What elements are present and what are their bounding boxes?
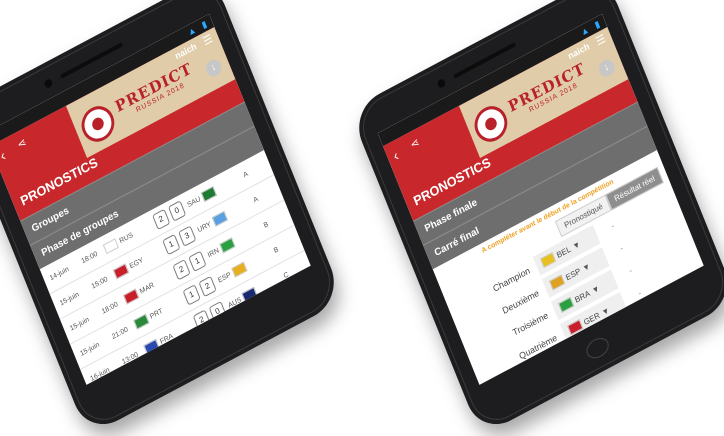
group-letter: A <box>252 195 260 205</box>
home-score-input[interactable]: 2 <box>152 208 171 231</box>
flag-icon <box>231 261 248 278</box>
group-letter: B <box>262 220 270 230</box>
away-score-input[interactable]: 3 <box>178 225 197 247</box>
chevron-down-icon: ▼ <box>581 260 592 274</box>
match-time: 18:00 <box>100 300 119 316</box>
away-score-input[interactable]: 2 <box>198 275 217 298</box>
chevron-down-icon: ▼ <box>571 238 582 252</box>
flag-icon <box>540 252 557 269</box>
back-icon[interactable]: ‹ <box>391 147 401 164</box>
away-score-input[interactable]: 1 <box>188 250 207 273</box>
flag-icon <box>133 313 150 330</box>
flag-icon <box>102 238 119 255</box>
left-phone: ▲ ▮ PREDICT RUSSIA 2018 PRONOSTICS naich… <box>0 0 344 436</box>
chevron-down-icon: ▼ <box>590 283 601 296</box>
home-score-input[interactable]: 1 <box>162 233 181 256</box>
flag-icon <box>549 274 566 291</box>
home-score-input[interactable]: 2 <box>172 259 191 281</box>
flag-icon <box>201 185 218 202</box>
share-icon[interactable]: ⋖ <box>408 135 422 152</box>
match-time: 15:00 <box>90 275 109 291</box>
match-time: 18:00 <box>80 250 99 265</box>
chevron-down-icon: ▼ <box>600 305 611 318</box>
group-letter: B <box>272 245 280 255</box>
flag-icon <box>112 263 130 280</box>
share-icon[interactable]: ⋖ <box>15 135 29 152</box>
right-phone: ▲ ▮ PREDICT RUSSIA 2018 PRONOSTICS naich… <box>349 0 724 436</box>
flag-icon <box>211 210 228 227</box>
flag-icon <box>558 296 575 313</box>
away-score-input[interactable]: 0 <box>167 200 187 222</box>
home-score-input[interactable]: 1 <box>182 284 201 306</box>
phone-body: ▲ ▮ PREDICT RUSSIA 2018 PRONOSTICS naich… <box>349 0 724 436</box>
match-time: 21:00 <box>110 325 130 341</box>
flag-icon <box>123 288 140 305</box>
flag-icon <box>219 237 236 254</box>
phone-body: ▲ ▮ PREDICT RUSSIA 2018 PRONOSTICS naich… <box>0 0 344 436</box>
back-icon[interactable]: ‹ <box>0 147 8 164</box>
group-letter: A <box>242 170 250 179</box>
